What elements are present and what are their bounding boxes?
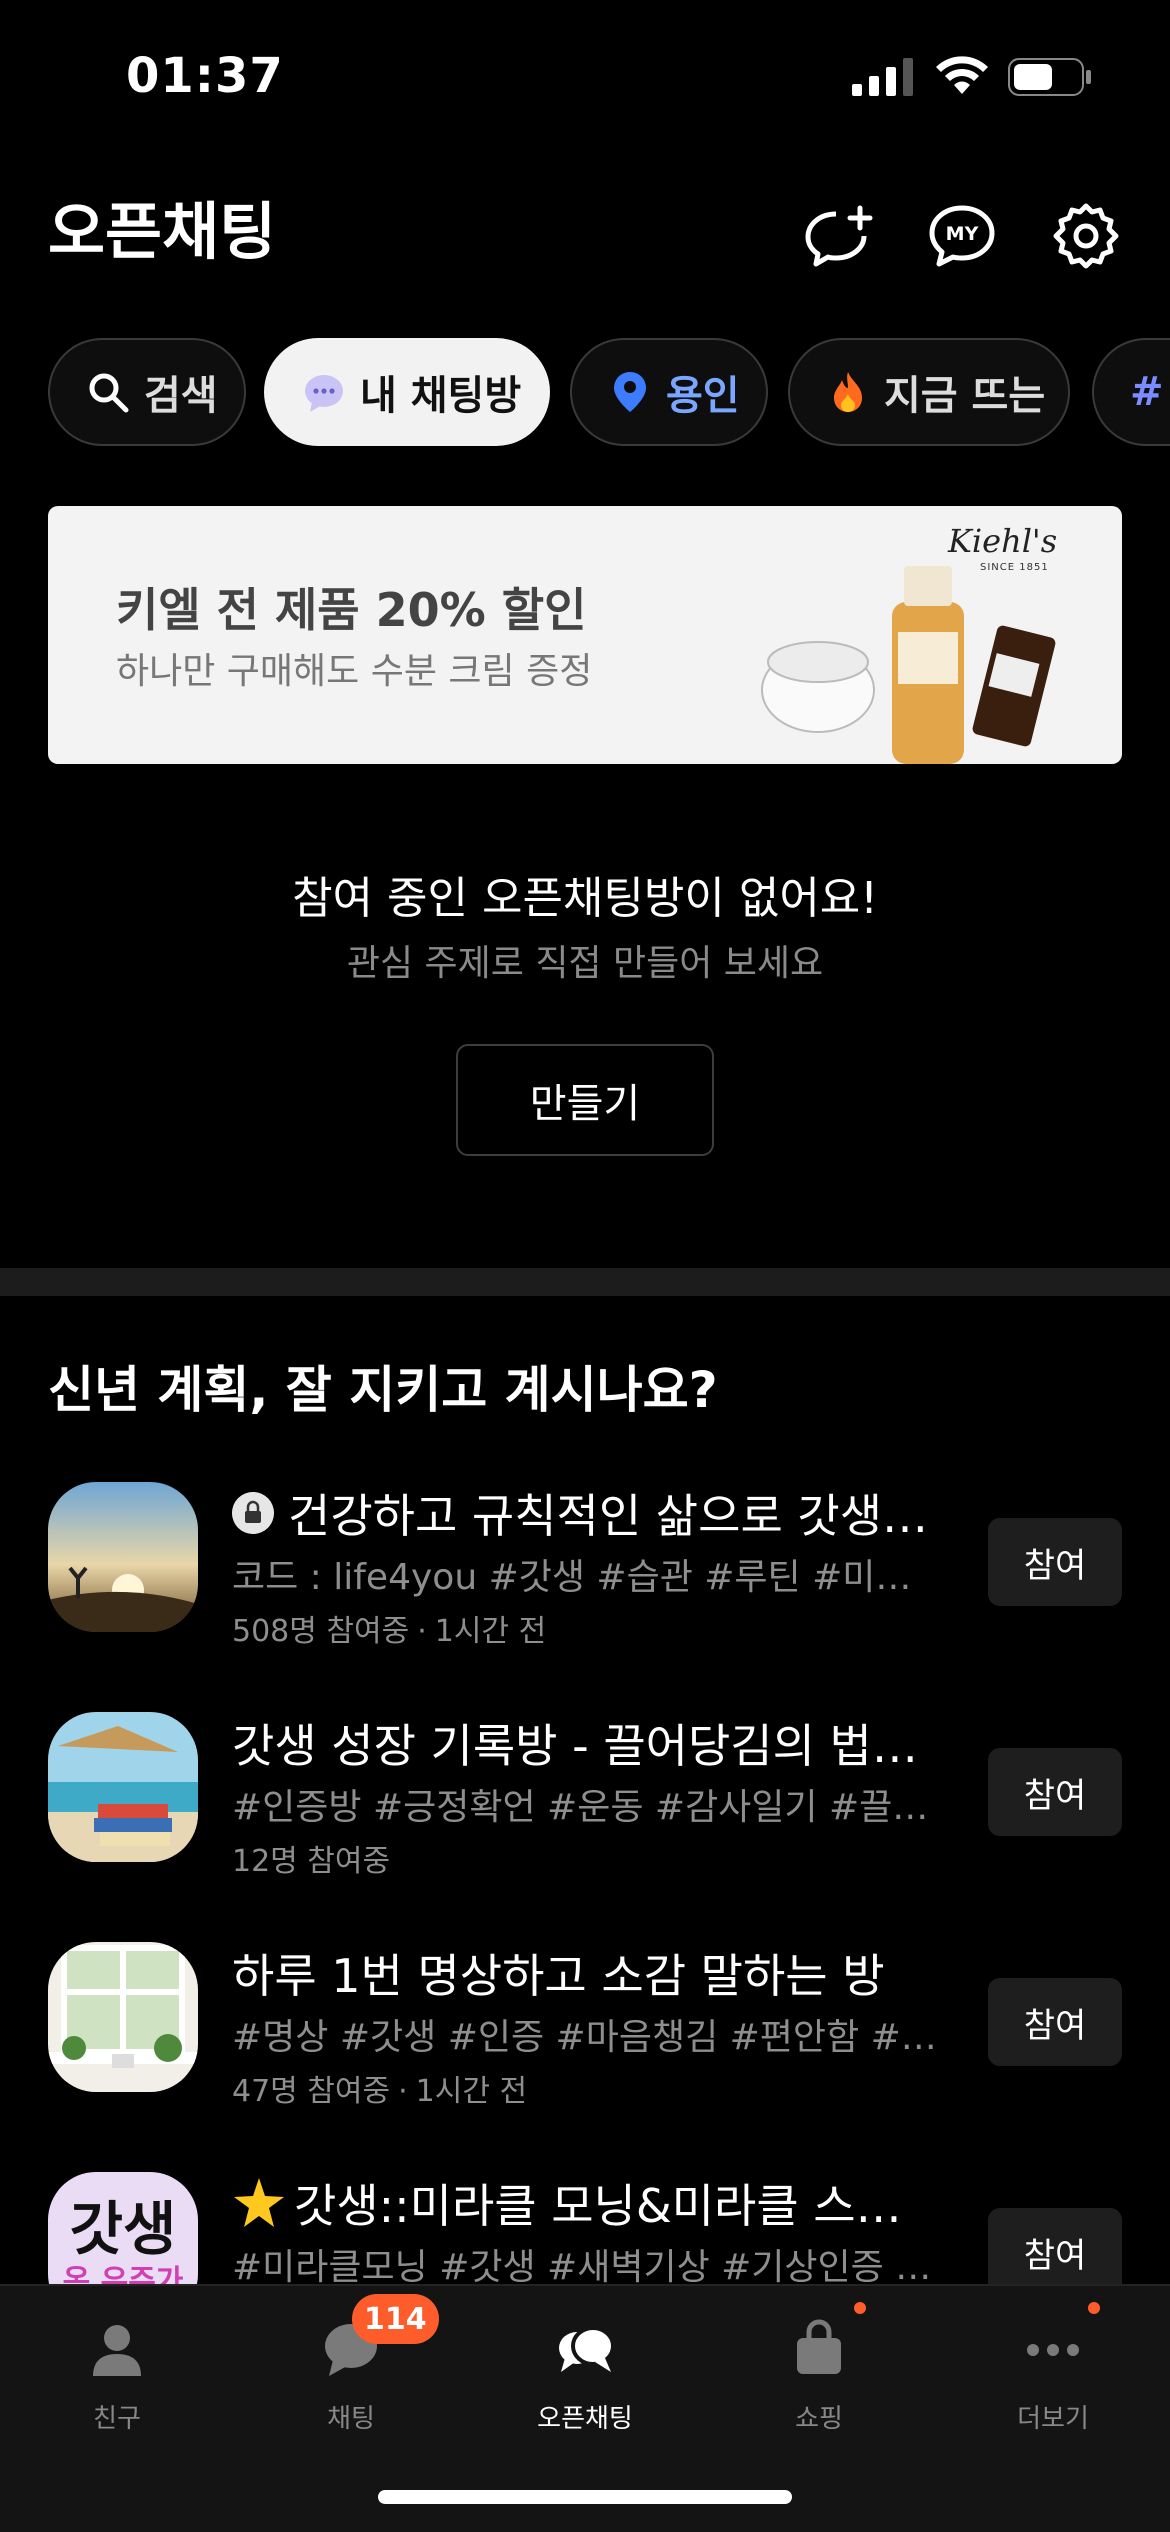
- tab-shopping[interactable]: 쇼핑: [702, 2308, 936, 2438]
- tab-label: 오픈채팅: [537, 2404, 633, 2434]
- header: 오픈채팅 MY: [0, 190, 1170, 280]
- location-pin-icon: [614, 372, 646, 412]
- tab-open-chat[interactable]: 오픈채팅: [468, 2308, 702, 2438]
- empty-state-title: 참여 중인 오픈채팅방이 없어요!: [292, 873, 878, 924]
- my-profile-icon[interactable]: MY: [926, 200, 998, 272]
- search-icon: [89, 373, 129, 413]
- cellular-signal-icon: [852, 58, 913, 96]
- room-name-text: 하루 1번 명상하고 소감 말하는 방: [232, 1949, 885, 2003]
- room-members: 47명 참여중: [232, 2074, 391, 2109]
- lock-icon: [232, 1492, 274, 1534]
- person-icon: [93, 2325, 141, 2376]
- chip-label: 내 채팅방: [360, 373, 522, 419]
- tab-label: 채팅: [327, 2404, 375, 2434]
- shopping-new-dot: [854, 2302, 866, 2314]
- chip-location[interactable]: 용인: [570, 338, 768, 446]
- chip-label: 검색: [144, 373, 218, 419]
- room-tags: 코드 : life4you #갓생 #습관 #루틴 #미라…: [232, 1557, 942, 1598]
- tab-label: 쇼핑: [795, 2404, 843, 2434]
- join-button[interactable]: 참여: [988, 1518, 1122, 1606]
- shopping-bag-icon: [797, 2319, 841, 2374]
- battery-icon: [1008, 58, 1091, 96]
- open-chat-icon: [559, 2326, 615, 2372]
- room-meta: 12명 참여중: [232, 1836, 390, 1880]
- room-name: 건강하고 규칙적인 삶으로 갓생…: [232, 1480, 942, 1546]
- star-icon: [234, 2178, 284, 2227]
- tab-label: 더보기: [1017, 2404, 1089, 2434]
- status-bar: 01:37: [0, 0, 1170, 150]
- chip-label: #: [1130, 369, 1164, 415]
- ad-brand-logo: Kiehl's: [948, 522, 1058, 560]
- category-chips: 검색 내 채팅방 용인 지금 뜨는 #: [48, 338, 1170, 446]
- tab-more[interactable]: 더보기: [936, 2308, 1170, 2438]
- room-name-text: 갓생 성장 기록방 - 끌어당김의 법칙...: [232, 1719, 942, 1773]
- page-title: 오픈채팅: [48, 195, 277, 268]
- room-thumbnail: [48, 1712, 198, 1862]
- join-button[interactable]: 참여: [988, 1748, 1122, 1836]
- room-tags: #미라클모닝 #갓생 #새벽기상 #기상인증 #…: [232, 2247, 942, 2288]
- room-list-item[interactable]: 건강하고 규칙적인 삶으로 갓생… 코드 : life4you #갓생 #습관 …: [0, 1482, 1170, 1682]
- join-button[interactable]: 참여: [988, 2208, 1122, 2296]
- settings-icon[interactable]: [1050, 200, 1122, 272]
- section-divider: [0, 1268, 1170, 1296]
- room-tags: #명상 #갓생 #인증 #마음챙김 #편안함 #힐…: [232, 2017, 942, 2058]
- room-members: 508명 참여중: [232, 1614, 410, 1649]
- more-new-dot: [1088, 2302, 1100, 2314]
- create-button[interactable]: 만들기: [456, 1044, 714, 1156]
- my-label: MY: [946, 223, 979, 245]
- empty-state-subtitle: 관심 주제로 직접 만들어 보세요: [346, 943, 824, 984]
- chip-label: 용인: [666, 373, 740, 419]
- more-dots-icon: [1027, 2344, 1079, 2356]
- room-time: 1시간 전: [434, 1614, 547, 1649]
- chip-search[interactable]: 검색: [48, 338, 246, 446]
- ad-subtitle: 하나만 구매해도 수분 크림 증정: [116, 651, 593, 692]
- room-meta: 47명 참여중 · 1시간 전: [232, 2074, 528, 2109]
- section-title: 신년 계획, 잘 지키고 계시나요?: [48, 1361, 718, 1419]
- product-image: [761, 566, 1056, 764]
- home-indicator[interactable]: [378, 2490, 792, 2504]
- new-chat-icon[interactable]: [802, 200, 874, 272]
- room-members: 12명 참여중: [232, 1844, 391, 1879]
- room-thumbnail: [48, 1482, 198, 1632]
- room-name: 갓생::미라클 모닝&미라클 스터…: [232, 2170, 942, 2236]
- room-thumbnail: [48, 1942, 198, 2092]
- ad-banner[interactable]: 키엘 전 제품 20% 할인 하나만 구매해도 수분 크림 증정 Kiehl's…: [48, 506, 1122, 764]
- chip-trending[interactable]: 지금 뜨는: [788, 338, 1070, 446]
- wifi-icon: [936, 56, 988, 94]
- room-time: 1시간 전: [415, 2074, 528, 2109]
- room-name-text: 갓생::미라클 모닝&미라클 스터…: [294, 2179, 942, 2233]
- room-name: 하루 1번 명상하고 소감 말하는 방: [232, 1940, 942, 2006]
- room-meta: 508명 참여중 · 1시간 전: [232, 1614, 547, 1649]
- tab-label: 친구: [93, 2404, 141, 2434]
- chat-bubble-icon: [305, 375, 343, 412]
- chip-my-chats[interactable]: 내 채팅방: [264, 338, 550, 446]
- room-tags: #인증방 #긍정확언 #운동 #감사일기 #끌어…: [232, 1787, 942, 1828]
- room-name: 갓생 성장 기록방 - 끌어당김의 법칙...: [232, 1710, 942, 1776]
- chip-label: 지금 뜨는: [884, 373, 1046, 419]
- room-name-text: 건강하고 규칙적인 삶으로 갓생…: [288, 1489, 929, 1543]
- room-list-item[interactable]: 하루 1번 명상하고 소감 말하는 방 #명상 #갓생 #인증 #마음챙김 #편…: [0, 1942, 1170, 2142]
- thumb-text: 갓생: [69, 2195, 177, 2263]
- chip-hashtag[interactable]: #: [1092, 338, 1170, 446]
- fire-icon: [834, 372, 862, 412]
- join-button[interactable]: 참여: [988, 1978, 1122, 2066]
- room-list-item[interactable]: 갓생 성장 기록방 - 끌어당김의 법칙... #인증방 #긍정확언 #운동 #…: [0, 1712, 1170, 1912]
- tab-friends[interactable]: 친구: [0, 2308, 234, 2438]
- ad-title: 키엘 전 제품 20% 할인: [116, 583, 587, 637]
- status-time: 01:37: [126, 48, 284, 104]
- chat-unread-badge: 114: [352, 2294, 439, 2344]
